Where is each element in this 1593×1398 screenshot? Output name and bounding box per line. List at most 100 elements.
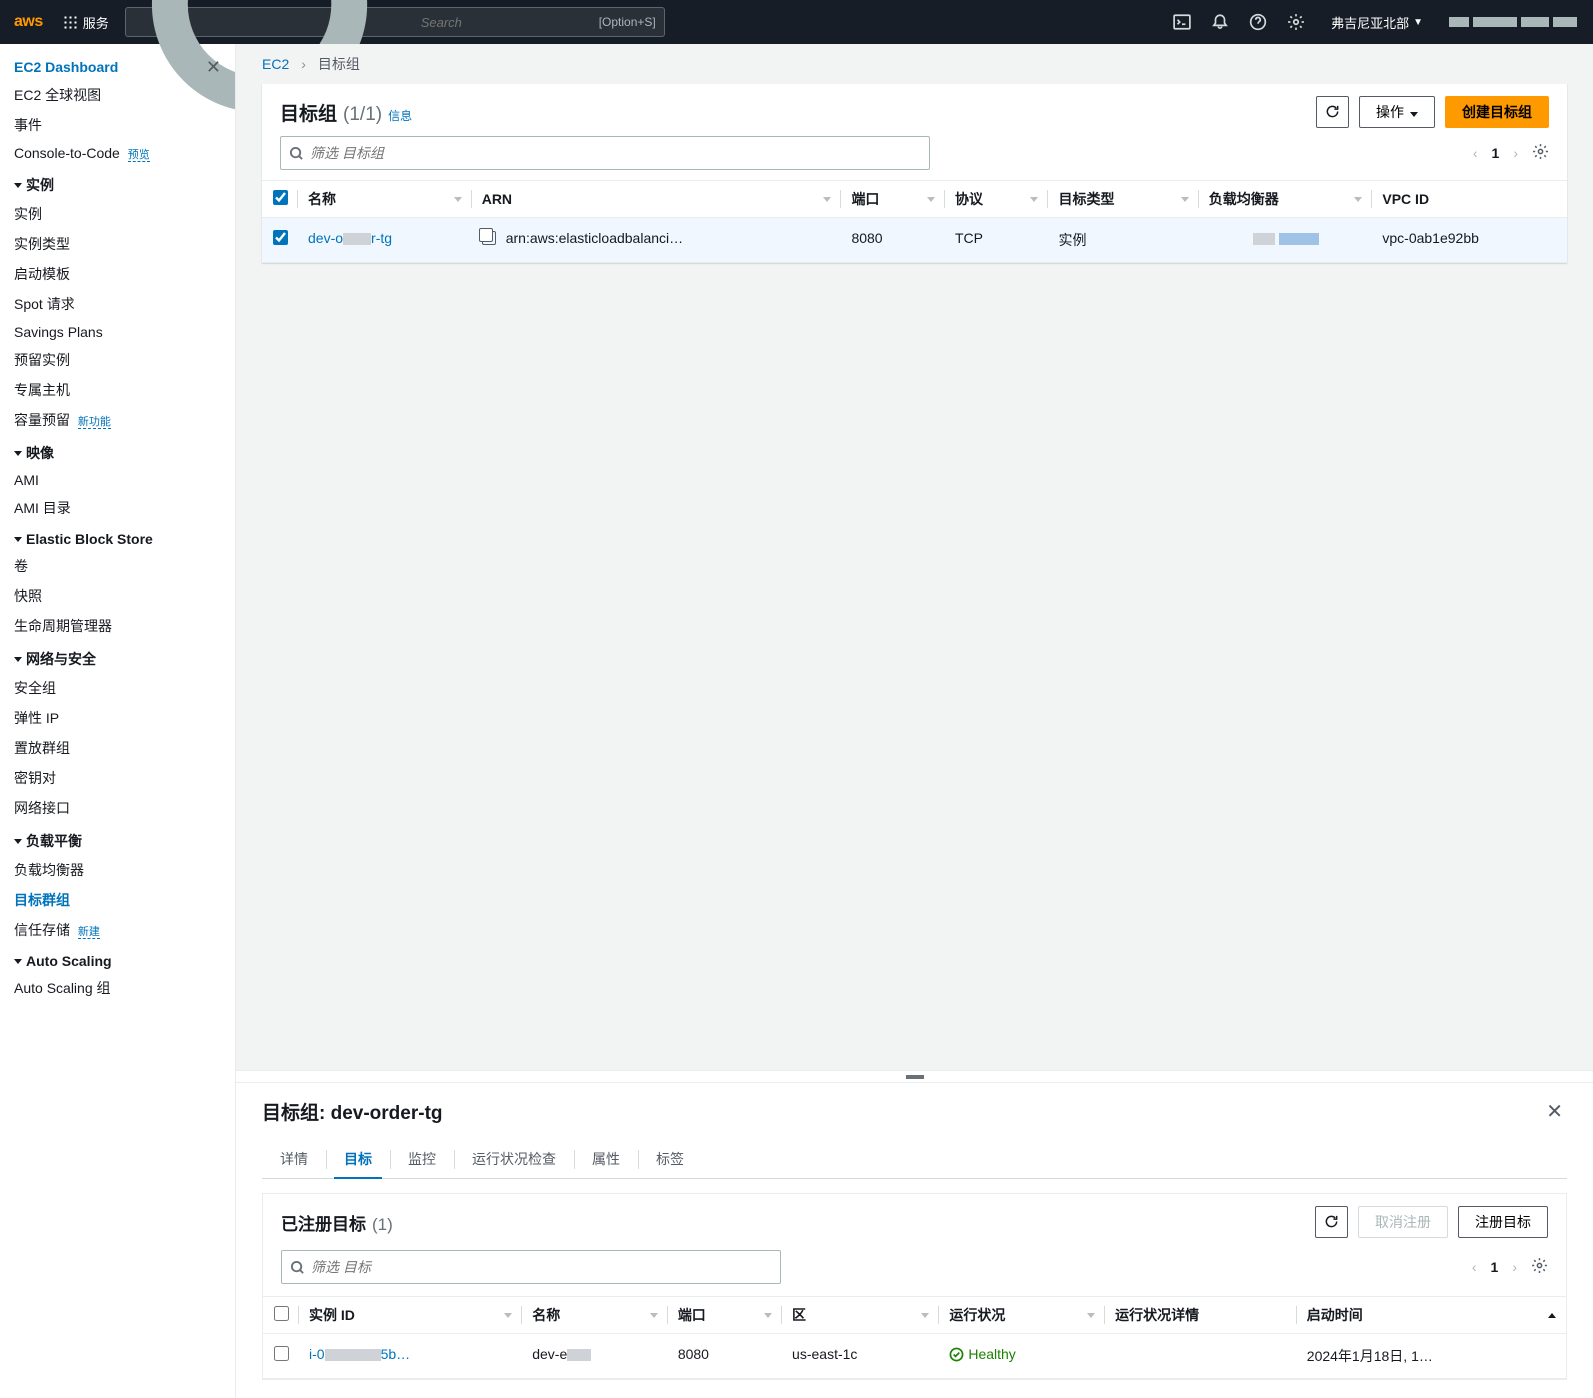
tab-attributes[interactable]: 属性 <box>574 1140 638 1178</box>
sidebar-item-asg[interactable]: Auto Scaling 组 <box>14 973 235 1003</box>
deregister-button[interactable]: 取消注册 <box>1358 1206 1448 1238</box>
sidebar-item-spot[interactable]: Spot 请求 <box>14 289 235 319</box>
settings-icon[interactable] <box>1287 13 1305 31</box>
targets-next-page[interactable]: › <box>1508 1255 1521 1279</box>
sort-icon[interactable] <box>1087 1313 1095 1318</box>
sidebar-item-volumes[interactable]: 卷 <box>14 551 235 581</box>
sort-icon[interactable] <box>504 1313 512 1318</box>
close-sidebar-icon[interactable]: ✕ <box>206 57 221 78</box>
sort-icon[interactable] <box>454 197 462 202</box>
col-name[interactable]: 名称 <box>308 189 336 209</box>
tab-details[interactable]: 详情 <box>262 1140 326 1178</box>
tab-monitoring[interactable]: 监控 <box>390 1140 454 1178</box>
services-menu[interactable]: 服务 <box>63 13 109 32</box>
col-target-type[interactable]: 目标类型 <box>1058 189 1114 209</box>
tcol-zone[interactable]: 区 <box>792 1305 806 1325</box>
sidebar-global-view[interactable]: EC2 全球视图 <box>14 80 235 110</box>
sidebar-item-instances[interactable]: 实例 <box>14 199 235 229</box>
table-row[interactable]: dev-or-tg arn:aws:elasticloadbalanci… 80… <box>262 218 1567 263</box>
sidebar-item-capacity[interactable]: 容量预留 新功能 <box>14 405 235 435</box>
sidebar-item-network-interfaces[interactable]: 网络接口 <box>14 793 235 823</box>
col-lb[interactable]: 负载均衡器 <box>1209 189 1279 209</box>
targets-prev-page[interactable]: ‹ <box>1468 1255 1481 1279</box>
prev-page-button[interactable]: ‹ <box>1469 141 1482 165</box>
sort-asc-icon[interactable] <box>1548 1313 1556 1318</box>
filter-box[interactable] <box>280 136 930 170</box>
instance-id-link[interactable]: i-05b… <box>309 1346 410 1362</box>
tcol-instance-id[interactable]: 实例 ID <box>309 1305 355 1325</box>
sidebar-item-trust-stores[interactable]: 信任存储 新建 <box>14 915 235 945</box>
region-selector[interactable]: 弗吉尼亚北部 ▼ <box>1325 13 1429 32</box>
sidebar-item-snapshots[interactable]: 快照 <box>14 581 235 611</box>
tcol-health-detail[interactable]: 运行状况详情 <box>1115 1305 1199 1325</box>
search-input[interactable] <box>421 15 599 30</box>
row-checkbox[interactable] <box>273 230 288 245</box>
panel-resizer[interactable] <box>236 1070 1593 1082</box>
sidebar-item-elastic-ips[interactable]: 弹性 IP <box>14 703 235 733</box>
info-link[interactable]: 信息 <box>388 107 412 124</box>
col-protocol[interactable]: 协议 <box>955 189 983 209</box>
target-row-checkbox[interactable] <box>274 1346 289 1361</box>
tab-tags[interactable]: 标签 <box>638 1140 702 1178</box>
sidebar-cat-netsec[interactable]: 网络与安全 <box>14 641 235 673</box>
sidebar-item-instance-types[interactable]: 实例类型 <box>14 229 235 259</box>
sort-icon[interactable] <box>921 1313 929 1318</box>
sidebar-item-ami-catalog[interactable]: AMI 目录 <box>14 493 235 523</box>
sidebar-cat-instances[interactable]: 实例 <box>14 167 235 199</box>
sidebar-cat-ebs[interactable]: Elastic Block Store <box>14 523 235 551</box>
sidebar-item-load-balancers[interactable]: 负载均衡器 <box>14 855 235 885</box>
col-vpc[interactable]: VPC ID <box>1382 191 1429 207</box>
refresh-button[interactable] <box>1316 96 1349 128</box>
sidebar-cat-autoscaling[interactable]: Auto Scaling <box>14 945 235 973</box>
sidebar-dashboard[interactable]: EC2 Dashboard <box>14 54 118 80</box>
notifications-icon[interactable] <box>1211 13 1229 31</box>
global-search[interactable]: [Option+S] <box>125 7 665 37</box>
close-panel-button[interactable]: ✕ <box>1542 1095 1567 1128</box>
sidebar-item-savings-plans[interactable]: Savings Plans <box>14 319 235 345</box>
account-menu[interactable] <box>1449 17 1577 27</box>
copy-icon[interactable] <box>482 231 496 245</box>
sort-icon[interactable] <box>1030 197 1038 202</box>
sidebar-item-placement-groups[interactable]: 置放群组 <box>14 733 235 763</box>
target-row[interactable]: i-05b… dev-e 8080 us-east-1c Healthy 202… <box>263 1334 1566 1379</box>
sidebar-item-target-groups[interactable]: 目标群组 <box>14 885 235 915</box>
tcol-launch[interactable]: 启动时间 <box>1307 1305 1363 1325</box>
tab-targets[interactable]: 目标 <box>326 1140 390 1178</box>
select-all-checkbox[interactable] <box>273 190 288 205</box>
sidebar-item-dedicated-hosts[interactable]: 专属主机 <box>14 375 235 405</box>
tcol-port[interactable]: 端口 <box>678 1305 706 1325</box>
targets-filter-input[interactable] <box>311 1259 772 1275</box>
tcol-health[interactable]: 运行状况 <box>949 1305 1005 1325</box>
col-port[interactable]: 端口 <box>851 189 879 209</box>
sort-icon[interactable] <box>650 1313 658 1318</box>
sort-icon[interactable] <box>764 1313 772 1318</box>
col-arn[interactable]: ARN <box>482 191 512 207</box>
sidebar-cat-images[interactable]: 映像 <box>14 435 235 467</box>
help-icon[interactable] <box>1249 13 1267 31</box>
sidebar-item-launch-templates[interactable]: 启动模板 <box>14 259 235 289</box>
sort-icon[interactable] <box>1354 197 1362 202</box>
sidebar-item-reserved[interactable]: 预留实例 <box>14 345 235 375</box>
table-settings-button[interactable] <box>1532 143 1549 163</box>
sidebar-console-to-code[interactable]: Console-to-Code 预览 <box>14 140 235 167</box>
actions-button[interactable]: 操作 <box>1359 96 1435 128</box>
breadcrumb-ec2[interactable]: EC2 <box>262 56 289 72</box>
tcol-name[interactable]: 名称 <box>532 1305 560 1325</box>
sidebar-item-lifecycle[interactable]: 生命周期管理器 <box>14 611 235 641</box>
sidebar-item-ami[interactable]: AMI <box>14 467 235 493</box>
sort-icon[interactable] <box>1181 197 1189 202</box>
sort-icon[interactable] <box>823 197 831 202</box>
filter-input[interactable] <box>310 145 921 161</box>
sidebar-item-security-groups[interactable]: 安全组 <box>14 673 235 703</box>
sidebar-cat-loadbalancing[interactable]: 负载平衡 <box>14 823 235 855</box>
aws-logo[interactable]: aws <box>10 13 47 31</box>
targets-select-all[interactable] <box>274 1306 289 1321</box>
target-group-link[interactable]: dev-or-tg <box>308 230 392 246</box>
create-target-group-button[interactable]: 创建目标组 <box>1445 96 1549 128</box>
sort-icon[interactable] <box>927 197 935 202</box>
sidebar-events[interactable]: 事件 <box>14 110 235 140</box>
tab-health-checks[interactable]: 运行状况检查 <box>454 1140 574 1178</box>
targets-table-settings[interactable] <box>1531 1257 1548 1277</box>
register-targets-button[interactable]: 注册目标 <box>1458 1206 1548 1238</box>
sidebar-item-key-pairs[interactable]: 密钥对 <box>14 763 235 793</box>
